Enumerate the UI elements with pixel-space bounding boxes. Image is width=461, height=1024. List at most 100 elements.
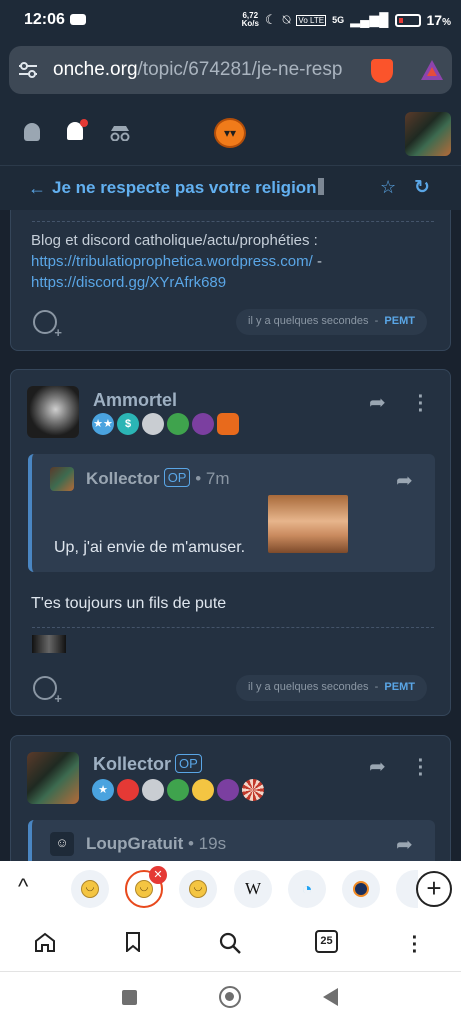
browser-toolbar: onche.org/topic/674281/je-ne-respect [0, 40, 461, 100]
quote-text: Up, j'ai envie de m'amuser. [54, 539, 246, 556]
op-badge: OP [175, 754, 202, 773]
notification-bell-icon[interactable] [67, 119, 88, 140]
post-meta: il y a quelques secondes - PEMT [236, 309, 427, 335]
author-tag[interactable]: PEMT [384, 681, 415, 693]
clock: 12:06 [24, 11, 65, 28]
status-bar: 12:06 6,72 Ko/s ☾ ⍉ Vo LTE 5G ▂▄▆█ 17% [0, 0, 461, 40]
lightbulb-icon[interactable] [24, 123, 40, 141]
add-reaction-icon[interactable] [33, 310, 62, 340]
stars-badge-icon: ★★ [92, 413, 114, 435]
skull-badge-icon [142, 413, 164, 435]
home-button-icon[interactable] [219, 986, 241, 1008]
post-username[interactable]: Kollector OP [93, 754, 202, 775]
post-body: T'es toujours un fils de pute [31, 595, 227, 612]
share-icon[interactable]: ➦ [369, 754, 386, 779]
elf-badge-icon [167, 413, 189, 435]
recents-icon[interactable] [122, 990, 137, 1005]
back-button-icon[interactable] [323, 988, 338, 1006]
quote-block: ☺ LoupGratuit • 19s ➦ [28, 820, 435, 861]
discord-link[interactable]: https://discord.gg/XYrAfrk689 [31, 274, 226, 291]
clown-badge-icon [117, 779, 139, 801]
tab-messenger-icon[interactable]: ◔ [288, 870, 326, 908]
author-tag[interactable]: PEMT [384, 315, 415, 327]
system-navigation-bar [0, 972, 461, 1024]
signal-icon: ▂▄▆█ [350, 12, 389, 27]
share-icon[interactable]: ➦ [396, 468, 413, 493]
brave-shields-icon[interactable] [371, 59, 393, 83]
tab-strip: ^ ◡ ◡ ✕ ◡ W ◔ + [0, 861, 461, 916]
post-meta: il y a quelques secondes - PEMT [236, 675, 427, 701]
post-avatar[interactable] [27, 386, 79, 438]
gamepad-icon [70, 14, 86, 25]
share-icon[interactable]: ➦ [369, 390, 386, 415]
candy-badge-icon [242, 779, 264, 801]
user-avatar[interactable] [405, 112, 451, 156]
stars-badge-icon: ★ [92, 779, 114, 801]
back-arrow-icon[interactable]: ← [28, 178, 46, 199]
network-speed: 6,72 Ko/s [241, 11, 259, 28]
home-icon[interactable] [34, 932, 56, 952]
signature-divider [32, 627, 434, 628]
post-card: Blog et discord catholique/actu/prophéti… [10, 210, 451, 351]
skull-badge-icon [142, 779, 164, 801]
tab-wikipedia-icon[interactable]: W [234, 870, 272, 908]
tab-onche-icon[interactable]: ◡ [71, 870, 109, 908]
post-avatar[interactable] [27, 752, 79, 804]
search-icon[interactable] [219, 932, 241, 954]
quote-block: Kollector OP • 7m ➦ Up, j'ai envie de m'a… [28, 454, 435, 572]
square-badge-icon [217, 413, 239, 435]
user-badges: ★ [92, 779, 264, 801]
witch-badge-icon [192, 413, 214, 435]
tab-onche-active-icon[interactable]: ◡ ✕ [125, 866, 167, 908]
signature-divider [32, 221, 434, 222]
quote-avatar: ☺ [50, 832, 74, 856]
text-cursor [317, 178, 324, 195]
share-icon[interactable]: ➦ [396, 832, 413, 857]
reaction-image[interactable] [268, 495, 348, 553]
incognito-icon[interactable] [108, 125, 132, 141]
star-icon[interactable]: ☆ [380, 177, 396, 198]
browser-bottom-nav: 25 · · · [0, 916, 461, 972]
battery-icon [394, 13, 421, 27]
close-tab-icon[interactable]: ✕ [149, 866, 167, 884]
moon-icon: ☾ [264, 12, 277, 27]
notification-dot [80, 119, 88, 127]
smiley-badge-icon [192, 779, 214, 801]
tab-site-icon[interactable] [342, 870, 380, 908]
user-badges: ★★ $ [92, 413, 239, 435]
network-type: 5G [332, 15, 345, 25]
more-options-icon[interactable]: · · · [417, 387, 425, 421]
pumpkin-logo-icon[interactable]: ▾▾ [214, 118, 246, 148]
mute-icon: ⍉ [282, 12, 291, 27]
witch-badge-icon [217, 779, 239, 801]
site-header: ▾▾ [0, 100, 461, 166]
refresh-icon[interactable]: ↻ [414, 176, 430, 199]
topic-title-bar: ← Je ne respecte pas votre religion ☆ ↻ [0, 166, 461, 210]
browser-menu-icon[interactable]: · · · [411, 928, 419, 962]
new-tab-button[interactable]: + [416, 871, 452, 907]
tab-count-button[interactable]: 25 [315, 930, 338, 953]
tab-onche-icon[interactable]: ◡ [179, 870, 217, 908]
post-card: Ammortel ★★ $ ➦ · · · Kollector OP • 7m ➦ U… [10, 369, 451, 716]
blog-link[interactable]: https://tribulatioprophetica.wordpress.c… [31, 253, 313, 270]
address-bar[interactable]: onche.org/topic/674281/je-ne-respect [9, 46, 452, 94]
tab-partial-icon[interactable] [396, 870, 418, 908]
post-username[interactable]: Ammortel [93, 390, 177, 411]
battery-level: 17% [426, 12, 451, 28]
more-options-icon[interactable]: · · · [417, 751, 425, 785]
add-reaction-icon[interactable] [33, 676, 62, 706]
dollar-badge-icon: $ [117, 413, 139, 435]
expand-tabs-icon[interactable]: ^ [18, 874, 28, 900]
site-settings-icon[interactable] [19, 62, 37, 78]
topic-title: Je ne respecte pas votre religion [52, 178, 324, 198]
volte-icon: Vo LTE [296, 14, 327, 26]
signature-text: Blog et discord catholique/actu/prophéti… [31, 232, 322, 291]
quote-username[interactable]: Kollector OP • 7m [86, 468, 230, 489]
url-text[interactable]: onche.org/topic/674281/je-ne-respect [53, 59, 343, 81]
topic-content: Blog et discord catholique/actu/prophéti… [0, 210, 461, 861]
bookmark-icon[interactable] [125, 932, 141, 952]
quote-avatar [50, 467, 74, 491]
quote-username[interactable]: LoupGratuit • 19s [86, 834, 226, 854]
brave-rewards-icon[interactable] [421, 60, 443, 80]
post-card: Kollector OP ★ ➦ · · · ☺ LoupGratuit • 19s … [10, 735, 451, 861]
